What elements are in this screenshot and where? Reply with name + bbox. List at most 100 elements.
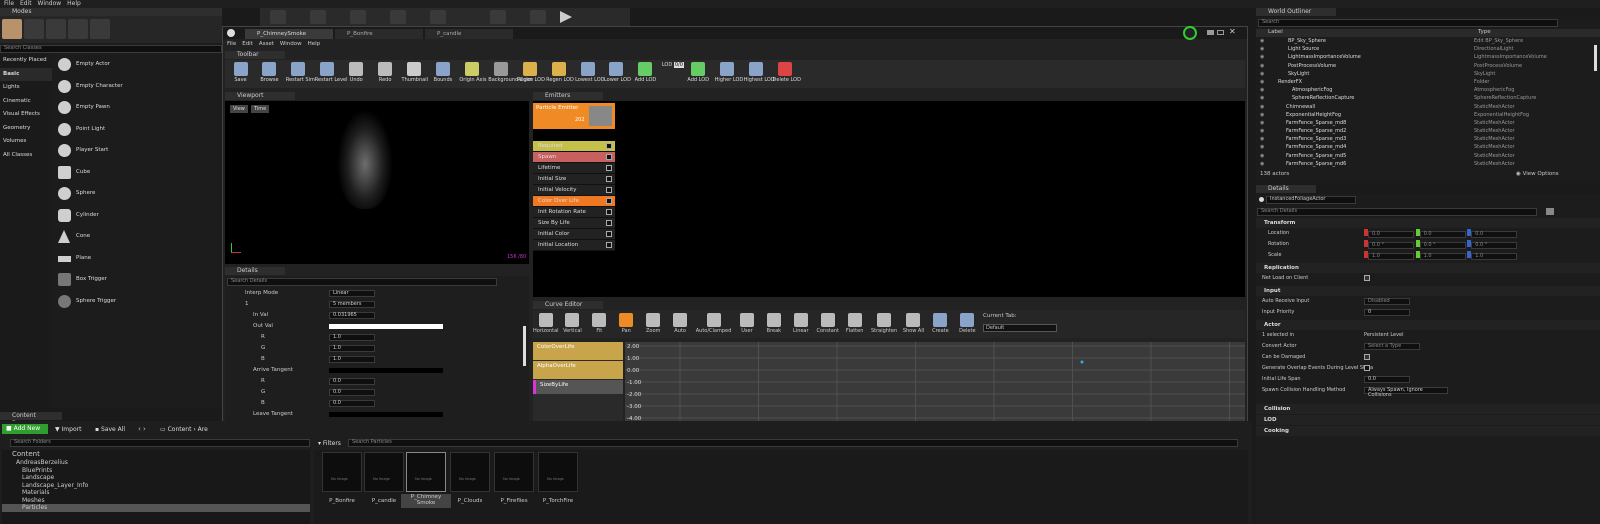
restart-level-button[interactable]: Restart Level	[315, 62, 348, 83]
rotation-y[interactable]: 0.0 °	[1419, 242, 1466, 249]
lod-value[interactable]: 0/0	[673, 62, 684, 68]
break-button[interactable]: Break	[761, 313, 786, 334]
regen-lod-button-2[interactable]: Regen LOD	[546, 62, 574, 83]
cascade-menu-asset[interactable]: Asset	[259, 41, 274, 47]
toolbar-icon[interactable]	[430, 10, 446, 24]
spawn-collision-select[interactable]: Always Spawn, Ignore Collisions	[1364, 387, 1448, 398]
outliner-row[interactable]: ◉ FarmFence_Sparse_md8 StaticMeshActor	[1256, 119, 1600, 127]
viewport-tab[interactable]: Viewport	[225, 92, 295, 100]
cascade-menu-window[interactable]: Window	[280, 41, 302, 47]
curve-key-point[interactable]	[1080, 360, 1084, 364]
asset-tab-active[interactable]: P_ChimneySmoke	[245, 29, 333, 39]
outliner-row[interactable]: ◉ PostProcessVolume PostProcessVolume	[1256, 62, 1600, 70]
pan-button[interactable]: Pan	[614, 313, 639, 334]
placeable-item[interactable]: Cone	[54, 226, 222, 248]
outliner-row[interactable]: ◉ FarmFence_Sparse_md6 StaticMeshActor	[1256, 160, 1600, 168]
minimize-icon[interactable]	[1207, 30, 1214, 35]
tree-item[interactable]: Meshes	[2, 497, 310, 505]
user-button[interactable]: User	[734, 313, 759, 334]
outliner-circle-icon[interactable]	[1183, 26, 1197, 40]
location-z[interactable]: 0.0	[1471, 231, 1518, 238]
tree-item[interactable]: Materials	[2, 489, 310, 497]
breadcrumb-content[interactable]: Content	[168, 426, 192, 433]
outliner-row[interactable]: ◉ SkyLight SkyLight	[1256, 70, 1600, 78]
section-actor[interactable]: Actor	[1256, 320, 1600, 330]
highest-lod-button[interactable]: Highest LOD	[744, 62, 775, 83]
placeable-item[interactable]: Sphere Trigger	[54, 291, 222, 313]
curve-track-alpha-over-life[interactable]: AlphaOverLife	[533, 361, 623, 379]
landscape-mode-icon[interactable]	[46, 19, 66, 39]
vertical-fit-button[interactable]: Vertical	[560, 313, 585, 334]
details-search-input[interactable]: Search Details	[227, 278, 497, 286]
visibility-eye-icon[interactable]: ◉	[1260, 127, 1264, 135]
property-value[interactable]: 5 members	[329, 301, 375, 308]
origin-axis-button[interactable]: Origin Axis	[459, 62, 486, 83]
auto-button[interactable]: Auto	[668, 313, 693, 334]
fit-button[interactable]: Fit	[587, 313, 612, 334]
property-value[interactable]: 1.0	[329, 334, 375, 341]
module-enable-checkbox[interactable]	[606, 176, 612, 182]
property-value[interactable]: Linear	[329, 290, 375, 297]
can-damaged-checkbox[interactable]	[1364, 354, 1370, 360]
redo-button[interactable]: Redo	[373, 62, 398, 83]
menu-file[interactable]: File	[4, 0, 14, 7]
emitter-module[interactable]: Initial Location	[533, 240, 615, 251]
emitter-module[interactable]: Initial Size	[533, 174, 615, 185]
search-classes-input[interactable]: Search Classes	[0, 45, 222, 53]
color-swatch[interactable]	[329, 368, 443, 373]
toolbar-tab[interactable]: Toolbar	[225, 51, 285, 59]
asset-thumbnail-selected[interactable]: No Image	[406, 452, 446, 492]
straighten-button[interactable]: Straighten	[869, 313, 899, 334]
outliner-scrollbar[interactable]	[1594, 45, 1597, 71]
current-tab-select[interactable]: Default	[983, 324, 1057, 332]
module-enable-checkbox[interactable]	[606, 154, 612, 160]
module-enable-checkbox[interactable]	[606, 242, 612, 248]
lod-field[interactable]: LOD 0/0	[662, 62, 684, 68]
visibility-eye-icon[interactable]: ◉	[1260, 160, 1264, 168]
asset-thumbnail[interactable]: No Image	[450, 452, 490, 492]
visibility-eye-icon[interactable]: ◉	[1260, 37, 1264, 45]
placeable-item[interactable]: Player Start	[54, 140, 222, 162]
filters-button[interactable]: ▾ Filters	[318, 440, 341, 447]
asset-thumbnail[interactable]: No Image	[364, 452, 404, 492]
undo-button[interactable]: Undo	[344, 62, 369, 83]
placeable-item[interactable]: Plane	[54, 248, 222, 270]
placeable-item[interactable]: Point Light	[54, 119, 222, 141]
add-lod-button[interactable]: Add LOD	[633, 62, 658, 83]
visibility-eye-icon[interactable]: ◉	[1260, 45, 1264, 53]
category-lights[interactable]: Lights	[0, 81, 52, 95]
emitter-header[interactable]: Particle Emitter 202	[533, 103, 615, 129]
lowest-lod-button[interactable]: Lowest LOD	[575, 62, 605, 83]
breadcrumb-folder[interactable]: Are	[198, 426, 208, 433]
higher-lod-button[interactable]: Higher LOD	[715, 62, 743, 83]
menu-edit[interactable]: Edit	[20, 0, 32, 7]
outliner-row[interactable]: ◉ LightmassImportanceVolume LightmassImpor…	[1256, 53, 1600, 61]
paint-mode-icon[interactable]	[24, 19, 44, 39]
category-basic[interactable]: Basic	[0, 67, 52, 81]
auto-clamped-button[interactable]: Auto/Clamped	[695, 313, 733, 334]
outliner-row[interactable]: ◉ RenderFX Folder	[1256, 78, 1600, 86]
asset-thumbnail[interactable]: No Image	[494, 452, 534, 492]
asset-thumbnail[interactable]: No Image	[322, 452, 362, 492]
outliner-row[interactable]: ◉ BP_Sky_Sphere Edit BP_Sky_Sphere	[1256, 37, 1600, 45]
place-mode-icon[interactable]	[2, 19, 22, 39]
zoom-button[interactable]: Zoom	[641, 313, 666, 334]
col-type[interactable]: Type	[1478, 29, 1491, 35]
thumbnail-button[interactable]: Thumbnail	[402, 62, 428, 83]
import-button[interactable]: ▼ Import	[55, 426, 81, 433]
emitters-tab[interactable]: Emitters	[533, 92, 603, 100]
geometry-mode-icon[interactable]	[90, 19, 110, 39]
category-volumes[interactable]: Volumes	[0, 135, 52, 149]
module-enable-checkbox[interactable]	[606, 187, 612, 193]
property-value[interactable]: 0.0	[329, 378, 375, 385]
tree-item[interactable]: Landscape_Layer_Info	[2, 482, 310, 490]
color-swatch[interactable]	[329, 324, 443, 329]
tree-item[interactable]: Landscape	[2, 474, 310, 482]
placeable-item[interactable]: Box Trigger	[54, 269, 222, 291]
asset-tab[interactable]: P_Bonfire	[335, 29, 423, 39]
asset-thumbnail[interactable]: No Image	[538, 452, 578, 492]
section-transform[interactable]: Transform	[1256, 218, 1600, 228]
toolbar-icon[interactable]	[350, 10, 366, 24]
module-enable-checkbox[interactable]	[606, 209, 612, 215]
emitter-module[interactable]: Initial Color	[533, 229, 615, 240]
